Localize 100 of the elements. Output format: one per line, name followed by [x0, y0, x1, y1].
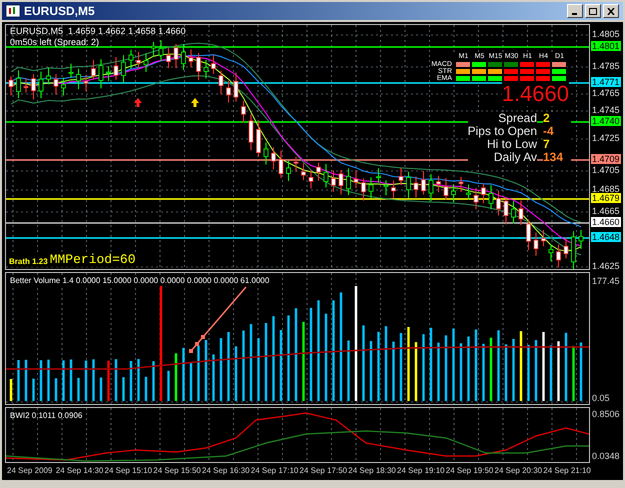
- time-axis-label: 24 Sep 19:50: [444, 465, 492, 477]
- volume-bar: [414, 342, 418, 401]
- candlestick: [196, 52, 201, 81]
- volume-bar: [512, 338, 515, 401]
- candlestick: [406, 171, 411, 199]
- candlestick: [466, 184, 471, 200]
- time-axis-label: 24 Sep 17:10: [250, 465, 298, 477]
- stat-label: Daily Av: [468, 151, 537, 164]
- candlestick: [211, 54, 216, 74]
- volume-bar: [504, 344, 508, 401]
- price-axis-label: 1.4705: [592, 165, 620, 175]
- volume-bar: [190, 362, 192, 401]
- candlestick: [361, 178, 366, 202]
- candlestick: [368, 176, 374, 199]
- candlestick: [84, 74, 88, 92]
- candlestick: [136, 51, 141, 68]
- current-price: 1.4660: [502, 82, 569, 106]
- volume-bar: [542, 332, 545, 401]
- candlestick: [316, 162, 321, 182]
- maximize-button[interactable]: [585, 4, 601, 18]
- volume-bar: [10, 379, 12, 401]
- candlestick: [324, 164, 328, 188]
- candlestick: [54, 74, 58, 96]
- candlestick: [376, 168, 381, 184]
- volume-bar: [212, 354, 215, 401]
- volume-bar: [114, 359, 118, 401]
- price-level-label: 1.4801: [591, 41, 621, 51]
- volume-indicator-title: Better Volume 1.4 0.0000 15.0000 0.0000 0.0000 0.0000 0.0000 61.0000: [10, 276, 270, 286]
- candlestick: [264, 142, 268, 165]
- candlestick: [564, 237, 568, 259]
- candlestick: [166, 46, 171, 69]
- candlestick: [144, 52, 148, 72]
- candlestick: [308, 170, 314, 189]
- price-axis-label: 1.4625: [592, 261, 620, 271]
- volume-bar: [497, 330, 500, 401]
- volume-bar: [32, 378, 35, 401]
- volume-bar: [400, 333, 402, 401]
- price-axis-label: 1.4765: [592, 88, 620, 98]
- candlestick: [106, 66, 111, 82]
- mm-period-label: MMPeriod=60: [50, 253, 136, 267]
- price-axis-label: 1.4785: [592, 61, 620, 71]
- candlestick: [541, 230, 546, 247]
- candlestick: [414, 176, 418, 198]
- volume-bar: [84, 360, 88, 401]
- stat-value: 7: [543, 138, 571, 151]
- volume-bar: [107, 360, 110, 401]
- brath-label: Brath 1.23: [9, 257, 48, 267]
- minimize-button[interactable]: [567, 4, 583, 18]
- up-arrow-icon: [134, 98, 142, 107]
- volume-bar: [422, 334, 425, 401]
- volume-bar: [467, 336, 470, 401]
- candlestick: [248, 114, 254, 151]
- candlestick: [391, 180, 396, 199]
- time-axis-label: 24 Sep 2009: [6, 465, 54, 477]
- volume-bar: [204, 340, 208, 401]
- candlestick: [474, 187, 478, 210]
- candlestick: [294, 156, 298, 172]
- chart-header: EURUSD,M5 1.4659 1.4662 1.4658 1.4660: [10, 26, 186, 37]
- candlestick: [338, 169, 344, 195]
- volume-bar: [527, 344, 530, 401]
- candlestick: [578, 229, 584, 250]
- candlestick: [271, 146, 276, 170]
- volume-bar: [174, 353, 178, 401]
- candlestick: [121, 54, 126, 84]
- candlestick: [46, 66, 51, 85]
- candlestick: [61, 77, 66, 96]
- candlestick: [24, 78, 28, 93]
- price-level-label: 1.4771: [591, 77, 621, 87]
- countdown-text: 0m50s left (Spread: 2): [10, 37, 100, 48]
- volume-bar: [130, 361, 132, 401]
- candlestick: [526, 219, 531, 251]
- candlestick: [128, 49, 134, 70]
- candlestick: [481, 182, 486, 204]
- oscillator-axis-label: 0.0348: [592, 451, 620, 461]
- volume-bar: [234, 346, 238, 401]
- price-axis-label: 1.4805: [592, 29, 620, 39]
- volume-bar: [24, 360, 28, 401]
- close-button[interactable]: [603, 4, 619, 18]
- price-level-label: 1.4709: [591, 154, 621, 164]
- volume-bar: [152, 361, 155, 401]
- candlestick: [331, 170, 336, 192]
- volume-bar: [40, 360, 42, 401]
- time-axis-label: 24 Sep 19:10: [396, 465, 444, 477]
- candlestick: [158, 40, 164, 62]
- candlestick: [534, 232, 538, 256]
- price-axis-label: 1.4725: [592, 133, 620, 143]
- volume-bar: [100, 378, 102, 401]
- volume-bar: [460, 343, 462, 401]
- candlestick: [241, 100, 246, 124]
- stat-label: Pips to Open: [468, 125, 537, 138]
- candlestick: [548, 244, 554, 262]
- volume-axis-label: 177.45: [592, 276, 620, 286]
- candlestick: [68, 63, 74, 78]
- volume-bar: [17, 360, 20, 401]
- candlestick: [181, 44, 186, 71]
- volume-bar: [557, 341, 560, 401]
- volume-bar: [144, 376, 148, 401]
- price-level-label: 1.4648: [591, 232, 621, 242]
- candlestick: [114, 56, 118, 80]
- candlestick: [234, 72, 238, 102]
